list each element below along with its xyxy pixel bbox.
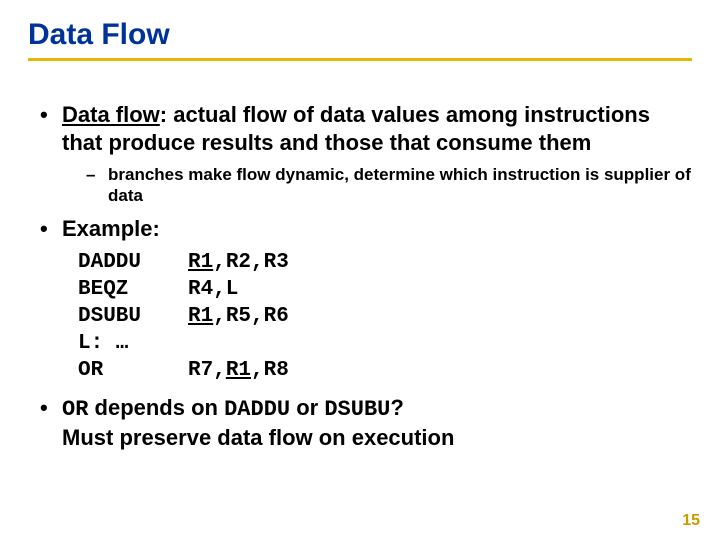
code-row-2: BEQZR4,L [78, 277, 692, 304]
page-number: 15 [682, 512, 700, 530]
args-r3: ,R5,R6 [213, 305, 289, 328]
bullet-example: Example: [34, 215, 692, 243]
arg-r1-use: R1 [226, 359, 251, 382]
code-row-4: L: … [78, 331, 692, 358]
q-mid: or [290, 395, 324, 420]
arg-r1-def2: R1 [188, 305, 213, 328]
q-or: OR [62, 397, 88, 422]
q-line2: Must preserve data flow on execution [62, 425, 454, 450]
arg-r1-def1: R1 [188, 251, 213, 274]
code-row-5: ORR7,R1,R8 [78, 358, 692, 385]
subbullet-branches: branches make flow dynamic, determine wh… [80, 164, 692, 207]
args-r1: ,R2,R3 [213, 251, 289, 274]
op-dsubu: DSUBU [78, 304, 188, 331]
bullet-question: OR depends on DADDU or DSUBU? Must prese… [34, 394, 692, 451]
args-r2: R4,L [188, 278, 238, 301]
q-dsubu: DSUBU [324, 397, 390, 422]
q-mark: ? [390, 395, 403, 420]
args-r5c: ,R8 [251, 359, 289, 382]
term-dataflow: Data flow [62, 102, 160, 127]
slide-content: Data flow: actual flow of data values am… [28, 101, 692, 451]
args-r5a: R7, [188, 359, 226, 382]
q-daddu: DADDU [224, 397, 290, 422]
slide-title: Data Flow [28, 18, 692, 52]
op-or: OR [78, 358, 188, 385]
bullet-dataflow: Data flow: actual flow of data values am… [34, 101, 692, 207]
code-block: DADDUR1,R2,R3 BEQZR4,L DSUBUR1,R5,R6 L: … [78, 250, 692, 384]
title-rule [28, 58, 692, 61]
code-row-1: DADDUR1,R2,R3 [78, 250, 692, 277]
code-row-3: DSUBUR1,R5,R6 [78, 304, 692, 331]
q-pre: depends on [88, 395, 224, 420]
op-daddu: DADDU [78, 250, 188, 277]
op-beqz: BEQZ [78, 277, 188, 304]
